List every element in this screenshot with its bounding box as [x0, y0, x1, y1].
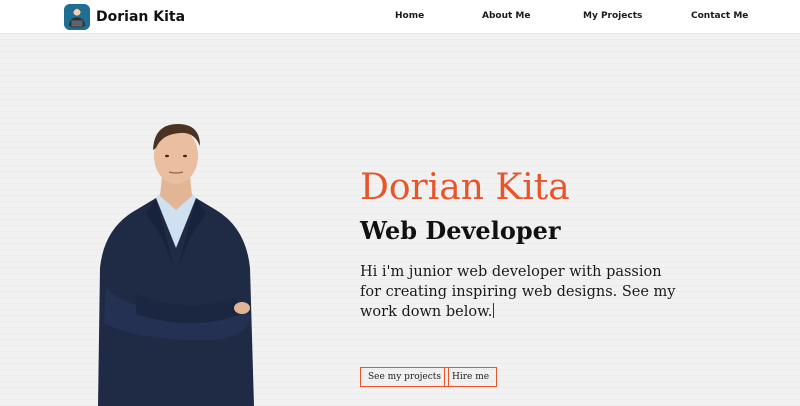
hire-me-button[interactable]: Hire me: [444, 367, 498, 387]
hero-section: Dorian Kita Web Developer Hi i'm junior …: [0, 34, 800, 406]
portrait-photo: [96, 118, 256, 406]
nav-my-projects[interactable]: My Projects: [583, 11, 642, 21]
nav-contact-me[interactable]: Contact Me: [691, 11, 748, 21]
navbar: Dorian Kita Home About Me My Projects Co…: [0, 0, 800, 34]
nav-home[interactable]: Home: [395, 11, 424, 21]
typing-caret: [493, 303, 495, 318]
hero-intro-text: Hi i'm junior web developer with passion…: [360, 264, 676, 320]
main-nav: Home About Me My Projects Contact Me: [0, 0, 800, 34]
hero-role: Web Developer: [360, 216, 561, 245]
hero-intro: Hi i'm junior web developer with passion…: [360, 262, 680, 322]
hero-name: Dorian Kita: [360, 167, 570, 208]
nav-about-me[interactable]: About Me: [482, 11, 531, 21]
see-projects-button[interactable]: See my projects: [360, 367, 450, 387]
